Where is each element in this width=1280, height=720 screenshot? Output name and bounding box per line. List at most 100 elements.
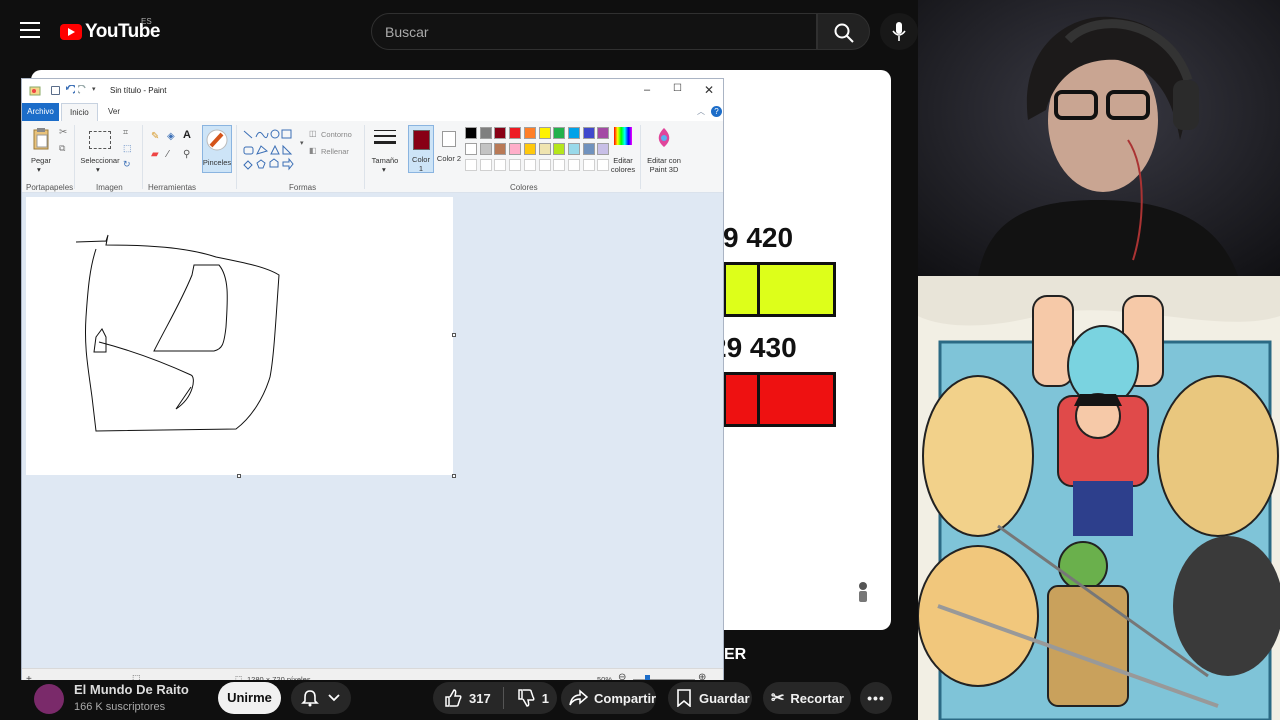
copy-icon[interactable]: ⧉ [59,143,65,154]
palette-swatch[interactable] [553,127,566,139]
paint3d-icon[interactable] [655,127,673,149]
channel-avatar[interactable] [34,684,64,714]
paste-dropdown-icon[interactable]: ▾ [37,165,41,174]
canvas-resize-handle[interactable] [452,474,456,478]
person-icon [857,580,869,604]
help-icon[interactable]: ? [711,106,722,117]
like-dislike-group: 317 1 [433,682,557,714]
palette-swatch[interactable] [567,159,580,171]
paste-icon[interactable] [32,127,50,151]
clip-button[interactable]: ✂ Recortar [763,682,851,714]
resize-icon[interactable]: ⬚ [123,143,132,154]
palette-swatch[interactable] [494,143,507,155]
palette-swatch[interactable] [567,143,580,155]
magnifier-icon[interactable]: ⚲ [183,149,190,160]
paint-app-icon [29,86,41,96]
palette-swatch[interactable] [465,159,477,171]
dislike-count[interactable]: 1 [542,691,549,706]
tab-archivo[interactable]: Archivo [22,103,59,121]
palette-swatch[interactable] [582,127,595,139]
palette-swatch[interactable] [479,127,492,139]
palette-swatch[interactable] [465,127,477,139]
edit-colors-icon[interactable] [614,127,632,145]
subscribe-bell-button[interactable] [291,682,351,714]
palette-swatch[interactable] [538,143,551,155]
color1-button[interactable]: Color 1 [408,125,434,173]
more-actions-button[interactable]: ••• [860,682,892,714]
maximize-button[interactable]: ☐ [673,83,682,94]
palette-swatch[interactable] [553,159,566,171]
like-icon[interactable] [443,688,463,708]
palette-swatch[interactable] [494,127,507,139]
paint-window[interactable]: ▾ Sin título - Paint – ☐ ✕ Archivo Inici… [21,78,724,690]
collapse-ribbon-icon[interactable]: ︿ [697,106,705,117]
shapes-scroll-icon[interactable]: ▾ [300,139,304,147]
brushes-button[interactable]: Pinceles [202,125,232,173]
palette-swatch[interactable] [509,159,522,171]
tab-ver[interactable]: Ver [100,103,128,121]
edit-colors-button[interactable]: Editar colores [607,156,639,174]
youtube-logo[interactable]: YouTube ES [60,17,160,43]
eraser-icon[interactable]: ▰ [151,149,159,160]
select-icon[interactable] [89,131,111,149]
palette-swatch[interactable] [523,159,536,171]
dislike-icon[interactable] [516,688,536,708]
palette-swatch[interactable] [479,159,492,171]
fill-icon[interactable]: ◈ [167,131,175,142]
paste-button[interactable]: Pegar [28,156,54,165]
palette-swatch[interactable] [509,143,522,155]
save-icon[interactable] [51,86,60,95]
palette-swatch[interactable] [597,143,610,155]
tab-inicio[interactable]: Inicio [61,103,98,121]
group-label-formas: Formas [289,183,317,192]
pencil-icon[interactable]: ✎ [151,131,159,142]
palette-swatch[interactable] [553,143,566,155]
shapes-gallery[interactable] [242,129,298,175]
voice-search-button[interactable] [880,13,918,50]
quick-access-dropdown-icon[interactable]: ▾ [92,85,96,93]
color2-button[interactable]: Color 2 [436,125,462,173]
redo-icon[interactable] [78,85,88,95]
size-icon[interactable] [374,129,396,149]
paint3d-button[interactable]: Editar con Paint 3D [644,156,684,174]
menu-icon[interactable] [20,22,40,40]
palette-swatch[interactable] [509,127,522,139]
palette-swatch[interactable] [538,159,551,171]
select-dropdown-icon[interactable]: ▾ [96,165,100,174]
palette-swatch[interactable] [479,143,492,155]
palette-swatch[interactable] [597,127,610,139]
palette-swatch[interactable] [582,143,595,155]
outline-button[interactable]: Contorno [321,130,352,139]
search-button[interactable] [817,13,870,50]
palette-swatch[interactable] [582,159,595,171]
join-button[interactable]: Unirme [218,682,281,714]
text-icon[interactable]: A [183,129,191,141]
palette-swatch[interactable] [567,127,580,139]
crop-icon[interactable]: ⌗ [123,127,128,138]
drawing-canvas[interactable] [26,197,453,475]
palette-swatch[interactable] [494,159,507,171]
cut-icon[interactable]: ✂ [59,127,67,138]
share-button[interactable]: Compartir [561,682,656,714]
palette-swatch[interactable] [523,143,536,155]
paint-titlebar[interactable]: ▾ Sin título - Paint – ☐ ✕ [22,79,723,103]
rotate-icon[interactable]: ↻ [123,159,131,170]
channel-name[interactable]: El Mundo De Raito [74,682,189,697]
color-picker-icon[interactable]: ⁄ [167,149,169,160]
minimize-button[interactable]: – [644,84,650,96]
palette-swatch[interactable] [465,143,477,155]
size-button[interactable]: Tamaño [369,156,401,165]
palette-swatch[interactable] [523,127,536,139]
search-input[interactable]: Buscar [371,13,817,50]
canvas-resize-handle[interactable] [452,333,456,337]
like-count[interactable]: 317 [469,691,491,706]
save-to-playlist-button[interactable]: Guardar [668,682,752,714]
select-button[interactable]: Seleccionar [78,156,122,165]
undo-icon[interactable] [65,85,75,95]
size-dropdown-icon[interactable]: ▾ [382,165,386,174]
close-button[interactable]: ✕ [704,83,714,97]
fill-shape-button[interactable]: Rellenar [321,147,349,156]
color-palette[interactable] [465,127,615,177]
canvas-resize-handle[interactable] [237,474,241,478]
palette-swatch[interactable] [538,127,551,139]
